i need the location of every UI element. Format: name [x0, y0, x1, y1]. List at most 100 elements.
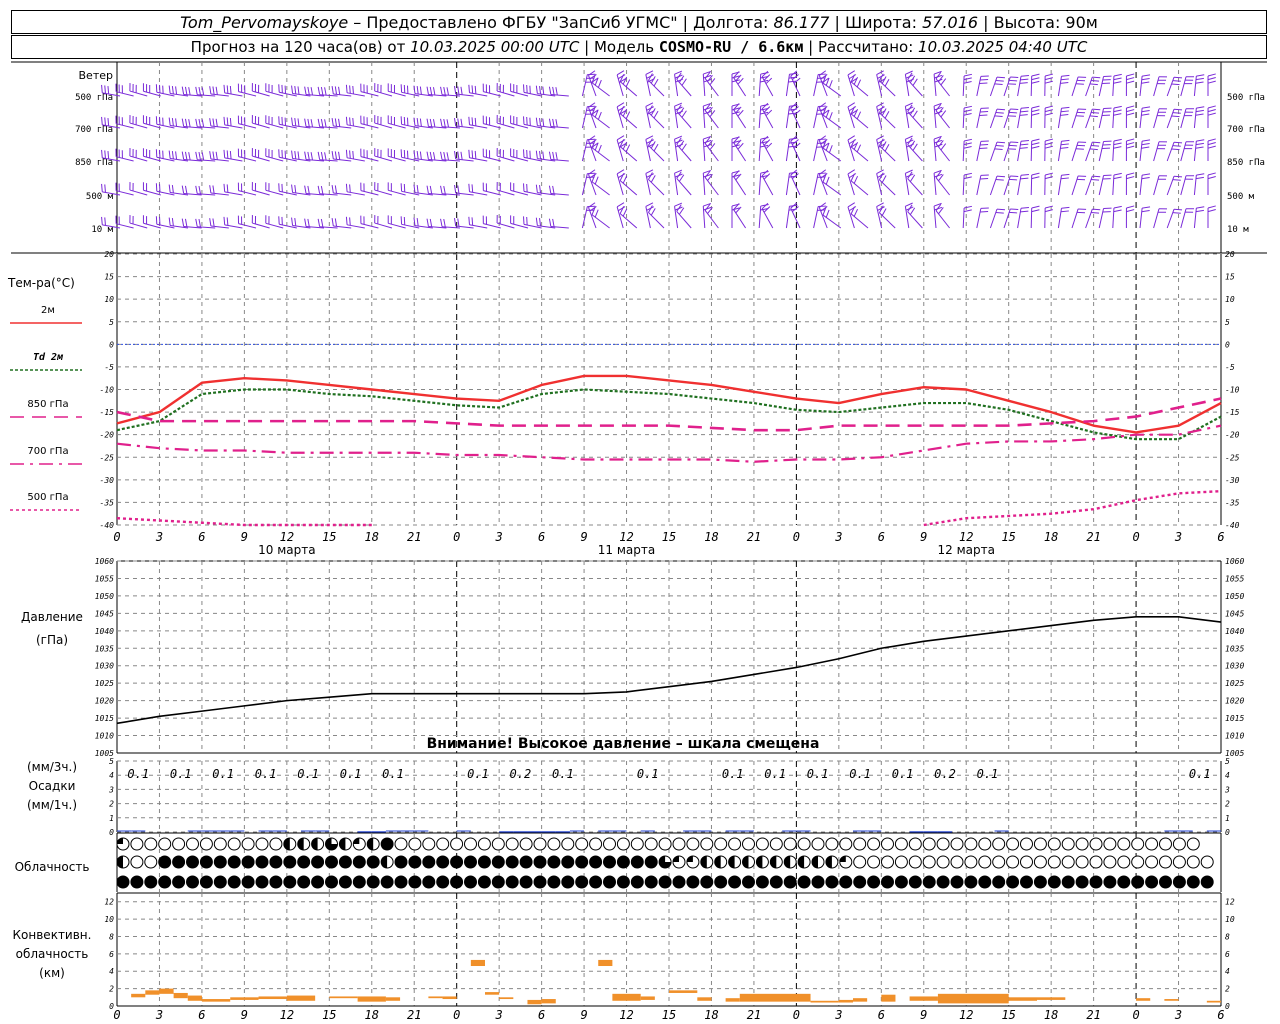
wind-barb [345, 216, 365, 229]
cloud-half [117, 856, 123, 868]
wind-barb [674, 202, 683, 229]
wind-barb [209, 151, 229, 162]
cloud-circle [450, 855, 464, 869]
wind-barb [907, 204, 923, 229]
wind-barb [142, 148, 161, 162]
wind-barb [468, 116, 488, 129]
cloud-circle [158, 875, 172, 889]
cloud-circle [1075, 855, 1089, 869]
cloud-symbol [283, 837, 297, 851]
cloud-symbol [422, 855, 436, 869]
wind-barb-staff [822, 181, 842, 196]
wind-barb [129, 182, 148, 196]
cloud-symbol [908, 855, 922, 869]
temp-ytick-left: -10 [100, 386, 115, 395]
wind-barb [878, 138, 896, 162]
cloud-half [742, 856, 749, 868]
wind-barb [645, 102, 655, 129]
wind-barb-feather [825, 209, 830, 218]
cloud-symbol [714, 837, 728, 851]
wind-barb [976, 75, 989, 97]
cloud-symbol [908, 875, 922, 889]
wind-barb [1139, 106, 1151, 129]
wind-barb [1153, 175, 1168, 196]
wind-barb-staff [591, 181, 610, 196]
wind-barb-feather [101, 183, 103, 192]
wind-barb-feather [964, 172, 973, 176]
wind-barb [904, 135, 915, 162]
wind-barb-staff [1003, 175, 1011, 196]
precip-ytick-left: 1 [109, 814, 114, 823]
cloud-circle [1172, 855, 1186, 869]
wind-barb [265, 83, 284, 97]
cloud-symbol [672, 875, 686, 889]
conv-bar [640, 996, 655, 1000]
wind-barb-feather [616, 70, 625, 76]
cloud-symbol [325, 837, 338, 851]
wind-barb-feather [1207, 109, 1216, 113]
wind-barb-feather [454, 185, 457, 194]
cloud-circle [700, 875, 714, 889]
cloud-symbol [616, 875, 630, 889]
cloud-circle [561, 855, 575, 869]
temp-ytick-left: -20 [100, 431, 115, 440]
press-ytick-right: 1040 [1225, 627, 1244, 636]
day-label: 11 марта [598, 543, 655, 557]
conv-xtick: 0 [113, 1008, 120, 1022]
wind-barb-staff [733, 209, 747, 229]
cloud-symbol [366, 837, 380, 851]
wind-barb-staff [758, 206, 762, 229]
wind-barb-feather [1172, 212, 1181, 214]
cloud-symbol [380, 875, 394, 889]
wind-barb [237, 83, 257, 97]
wind-barb-staff [1180, 76, 1187, 97]
wind-barb-feather [338, 118, 341, 127]
wind-barb [1112, 205, 1122, 229]
conv-bar [1008, 997, 1037, 1001]
cloud-circle [589, 855, 603, 869]
cloud-symbol [158, 837, 172, 851]
wind-barb [237, 215, 257, 229]
cloud-circle [769, 875, 783, 889]
wind-barb [1017, 107, 1029, 129]
wind-barb-feather [184, 218, 188, 227]
press-title: Давление [21, 610, 83, 624]
cloud-circle [491, 875, 505, 889]
conv-bar [598, 959, 613, 967]
cloud-circle [1117, 837, 1131, 851]
wind-barb-feather [792, 139, 799, 146]
wind-barb-staff [935, 143, 950, 162]
wind-barb-feather [334, 118, 338, 127]
conv-xtick: 6 [1217, 1008, 1224, 1022]
temp-ytick-left: -15 [100, 408, 115, 417]
wind-barb-feather [1113, 172, 1122, 176]
wind-barb-feather [1089, 83, 1098, 86]
wind-barb [907, 171, 923, 196]
wind-barb [1003, 208, 1019, 229]
cloud-circle [1020, 855, 1033, 869]
cloud-symbol [144, 837, 158, 851]
conv-bar [1037, 997, 1066, 1000]
cloud-circle [867, 875, 881, 889]
wind-barb-feather [297, 151, 300, 160]
wind-barb [976, 174, 989, 196]
wind-barb-feather [650, 208, 656, 216]
cloud-circle [533, 875, 547, 889]
conv-ytick-left: 4 [109, 967, 114, 976]
cloud-symbol [1033, 837, 1047, 851]
wind-barb-feather [1142, 173, 1151, 176]
wind-barb-feather [307, 185, 310, 194]
wind-barb [1098, 140, 1112, 162]
conv-ytick-left: 2 [109, 985, 114, 994]
wind-barb-feather [828, 145, 833, 153]
wind-barb-feather [995, 179, 1004, 181]
wind-barb-feather [1020, 78, 1029, 81]
temp-ytick-left: -35 [100, 498, 115, 507]
cloud-circle [408, 837, 422, 851]
cloud-circle [158, 837, 172, 851]
temp-xtick: 6 [878, 530, 885, 544]
conv-xtick: 12 [280, 1008, 294, 1022]
wind-barb-feather [181, 151, 185, 160]
cloud-symbol [130, 855, 144, 869]
cloud-symbol [519, 875, 533, 889]
